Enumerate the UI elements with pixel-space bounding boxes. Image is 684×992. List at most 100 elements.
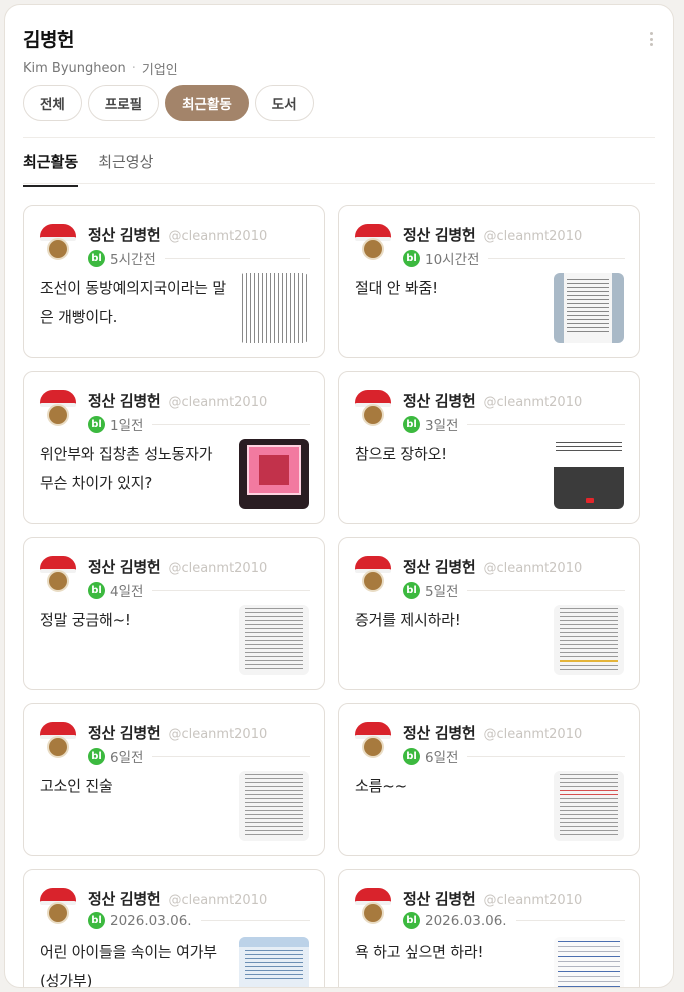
post-time: 6일전	[425, 750, 459, 766]
post-meta: bl 1일전	[88, 414, 310, 434]
post-author-line: 정산 김병헌 @cleanmt2010	[403, 556, 627, 577]
post-author-name: 정산 김병헌	[88, 890, 161, 908]
post-author-handle: @cleanmt2010	[483, 893, 583, 908]
blog-badge-icon: bl	[88, 249, 105, 267]
blog-badge-icon: bl	[88, 581, 105, 599]
post-author-handle: @cleanmt2010	[168, 561, 268, 576]
post-card[interactable]: 정산 김병헌 @cleanmt2010 bl 5일전 증거를 제시하라!	[338, 537, 640, 690]
post-author-handle: @cleanmt2010	[483, 727, 583, 742]
post-author-name: 정산 김병헌	[88, 724, 161, 742]
post-author-name: 정산 김병헌	[403, 890, 476, 908]
post-author-handle: @cleanmt2010	[168, 893, 268, 908]
post-meta: bl 5시간전	[88, 248, 310, 268]
post-card[interactable]: 정산 김병헌 @cleanmt2010 bl 6일전 소름~~	[338, 703, 640, 856]
post-author-handle: @cleanmt2010	[483, 395, 583, 410]
post-meta: bl 6일전	[88, 746, 310, 766]
post-meta: bl 3일전	[403, 414, 625, 434]
post-author-name: 정산 김병헌	[88, 558, 161, 576]
divider	[23, 183, 655, 184]
post-author-line: 정산 김병헌 @cleanmt2010	[403, 390, 627, 411]
post-meta: bl 10시간전	[403, 248, 625, 268]
main-tabs: 전체 프로필 최근활동 도서	[23, 85, 314, 121]
post-thumbnail[interactable]	[554, 439, 624, 509]
post-thumbnail[interactable]	[239, 439, 309, 509]
profile-type: 기업인	[141, 63, 178, 78]
separator-dot: ·	[131, 61, 136, 76]
blog-badge-icon: bl	[403, 249, 420, 267]
profile-panel: 김병헌 Kim Byungheon · 기업인 전체 프로필 최근활동 도서 최…	[4, 4, 674, 988]
post-time: 5일전	[425, 584, 459, 600]
post-time: 4일전	[110, 584, 144, 600]
divider	[23, 137, 655, 138]
post-author-line: 정산 김병헌 @cleanmt2010	[88, 390, 312, 411]
post-author-line: 정산 김병헌 @cleanmt2010	[403, 888, 627, 909]
post-text: 참으로 장하오!	[355, 445, 447, 463]
post-text: 절대 안 봐줌!	[355, 279, 438, 297]
post-card[interactable]: 정산 김병헌 @cleanmt2010 bl 3일전 참으로 장하오!	[338, 371, 640, 524]
post-meta: bl 5일전	[403, 580, 625, 600]
post-text: 고소인 진술	[40, 777, 113, 795]
post-grid: 정산 김병헌 @cleanmt2010 bl 5시간전 조선이 동방예의지국이라…	[23, 205, 641, 988]
post-author-line: 정산 김병헌 @cleanmt2010	[88, 888, 312, 909]
blog-badge-icon: bl	[88, 912, 105, 929]
blog-badge-icon: bl	[88, 415, 105, 433]
tab-books[interactable]: 도서	[254, 85, 314, 121]
post-text: 어린 아이들을 속이는 여가부(성가부)	[40, 943, 217, 988]
blog-badge-icon: bl	[88, 747, 105, 765]
post-author-handle: @cleanmt2010	[168, 727, 268, 742]
post-author-line: 정산 김병헌 @cleanmt2010	[403, 224, 627, 245]
avatar	[355, 556, 391, 592]
post-meta: bl 6일전	[403, 746, 625, 766]
post-card[interactable]: 정산 김병헌 @cleanmt2010 bl 6일전 고소인 진술	[23, 703, 325, 856]
post-card[interactable]: 정산 김병헌 @cleanmt2010 bl 4일전 정말 궁금해~!	[23, 537, 325, 690]
avatar	[355, 888, 391, 924]
blog-badge-icon: bl	[403, 415, 420, 433]
avatar	[40, 556, 76, 592]
avatar	[40, 722, 76, 758]
post-time: 5시간전	[110, 252, 156, 268]
post-thumbnail[interactable]	[554, 937, 624, 987]
tab-all[interactable]: 전체	[23, 85, 82, 121]
post-card[interactable]: 정산 김병헌 @cleanmt2010 bl 10시간전 절대 안 봐줌!	[338, 205, 640, 358]
post-author-name: 정산 김병헌	[88, 392, 161, 410]
post-thumbnail[interactable]	[554, 273, 624, 343]
post-text: 증거를 제시하라!	[355, 611, 461, 629]
subtab-recent-activity[interactable]: 최근활동	[23, 151, 79, 187]
post-text: 욕 하고 싶으면 하라!	[355, 943, 484, 961]
avatar	[355, 390, 391, 426]
blog-badge-icon: bl	[403, 581, 420, 599]
post-card[interactable]: 정산 김병헌 @cleanmt2010 bl 1일전 위안부와 집창촌 성노동자…	[23, 371, 325, 524]
post-card[interactable]: 정산 김병헌 @cleanmt2010 bl 5시간전 조선이 동방예의지국이라…	[23, 205, 325, 358]
avatar	[355, 722, 391, 758]
post-text: 소름~~	[355, 777, 407, 795]
post-meta: bl 4일전	[88, 580, 310, 600]
more-options-icon[interactable]	[645, 29, 657, 49]
post-meta: bl 2026.03.06.	[88, 912, 310, 929]
post-card[interactable]: 정산 김병헌 @cleanmt2010 bl 2026.03.06. 어린 아이…	[23, 869, 325, 988]
profile-header: 김병헌 Kim Byungheon · 기업인	[23, 25, 655, 78]
post-thumbnail[interactable]	[239, 937, 309, 987]
subtab-recent-videos[interactable]: 최근영상	[98, 151, 153, 187]
post-thumbnail[interactable]	[554, 771, 624, 841]
post-time: 3일전	[425, 418, 459, 434]
post-text: 정말 궁금해~!	[40, 611, 131, 629]
sub-tabs: 최근활동 최근영상	[23, 151, 153, 187]
post-time: 2026.03.06.	[425, 912, 507, 929]
post-thumbnail[interactable]	[554, 605, 624, 675]
post-author-name: 정산 김병헌	[403, 558, 476, 576]
profile-romanized-name: Kim Byungheon	[23, 61, 126, 76]
post-author-handle: @cleanmt2010	[483, 561, 583, 576]
profile-subtitle: Kim Byungheon · 기업인	[23, 59, 655, 78]
post-author-line: 정산 김병헌 @cleanmt2010	[88, 722, 312, 743]
tab-recent-activity[interactable]: 최근활동	[165, 85, 249, 121]
post-thumbnail[interactable]	[239, 605, 309, 675]
tab-profile[interactable]: 프로필	[87, 85, 160, 121]
post-card[interactable]: 정산 김병헌 @cleanmt2010 bl 2026.03.06. 욕 하고 …	[338, 869, 640, 987]
post-author-line: 정산 김병헌 @cleanmt2010	[88, 556, 312, 577]
post-thumbnail[interactable]	[239, 771, 309, 841]
post-author-handle: @cleanmt2010	[483, 229, 583, 244]
post-author-name: 정산 김병헌	[403, 392, 476, 410]
post-text: 위안부와 집창촌 성노동자가 무슨 차이가 있지?	[40, 445, 213, 492]
post-thumbnail[interactable]	[239, 273, 309, 343]
post-time: 1일전	[110, 418, 144, 434]
